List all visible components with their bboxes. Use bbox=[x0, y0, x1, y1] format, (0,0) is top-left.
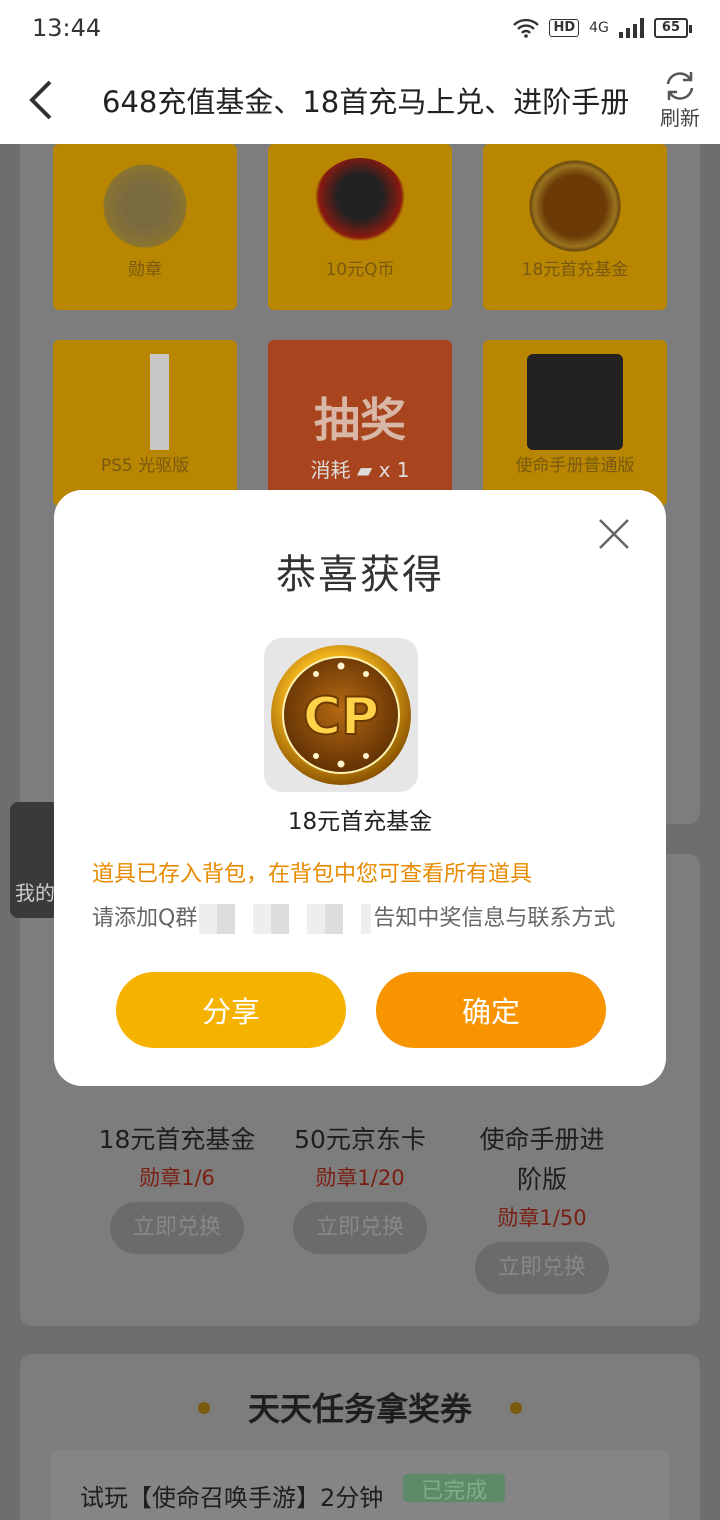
exchange-item: 50元京东卡 勋章1/20 立即兑换 bbox=[270, 1120, 450, 1254]
share-button[interactable]: 分享 bbox=[116, 972, 346, 1048]
prize-qcoin[interactable]: 10元Q币 bbox=[268, 144, 452, 310]
ps5-console-icon bbox=[97, 354, 193, 450]
chevron-left-icon bbox=[29, 80, 52, 120]
svg-text:CP: CP bbox=[303, 687, 379, 747]
exchange-item-name: 18元首充基金 bbox=[98, 1125, 256, 1154]
task-label: 试玩【使命召唤手游】2分钟 bbox=[80, 1484, 384, 1512]
exchange-item-cost: 勋章1/20 bbox=[315, 1166, 405, 1190]
hd-badge: HD bbox=[549, 19, 580, 37]
refresh-icon bbox=[666, 71, 694, 100]
exchange-item-cost: 勋章1/50 bbox=[497, 1206, 587, 1230]
prize-label: 18元首充基金 bbox=[521, 260, 629, 280]
redacted-group-number bbox=[199, 904, 372, 934]
task-row: 试玩【使命召唤手游】2分钟 已完成 bbox=[50, 1450, 670, 1520]
prize-label: 勋章 bbox=[128, 260, 162, 280]
contact-text: 请添加Q群 告知中奖信息与联系方式 bbox=[92, 900, 615, 934]
lottery-label: 抽奖 bbox=[314, 393, 406, 447]
status-time: 13:44 bbox=[32, 14, 102, 42]
decor-dot-icon bbox=[510, 1402, 522, 1414]
prize-label: 使命手册普通版 bbox=[515, 456, 635, 476]
reward-dialog: 恭喜获得 CP 18元首充基金 道具已存入背包，在背包中您可查看所有道具 请添加… bbox=[54, 490, 666, 1086]
exchange-button[interactable]: 立即兑换 bbox=[110, 1202, 244, 1254]
page-title: 648充值基金、18首充马上兑、进阶手册 bbox=[102, 85, 630, 119]
status-icons: HD 4G 65 bbox=[513, 18, 693, 38]
confirm-button[interactable]: 确定 bbox=[376, 972, 606, 1048]
refresh-button[interactable]: 刷新 bbox=[640, 56, 720, 144]
exchange-button[interactable]: 立即兑换 bbox=[475, 1242, 609, 1294]
ticket-icon: ▰ bbox=[356, 458, 373, 482]
status-bar: 13:44 HD 4G 65 bbox=[0, 0, 720, 56]
exchange-item-cost: 勋章1/6 bbox=[139, 1166, 215, 1190]
task-title: 天天任务拿奖券 bbox=[247, 1390, 472, 1428]
exchange-item-name: 使命手册进阶版 bbox=[479, 1125, 605, 1194]
top-nav: 648充值基金、18首充马上兑、进阶手册 刷新 bbox=[0, 56, 720, 144]
wifi-icon bbox=[513, 18, 540, 38]
gun-icon bbox=[527, 354, 623, 450]
refresh-label: 刷新 bbox=[660, 105, 700, 130]
prize-label: PS5 光驱版 bbox=[100, 456, 190, 476]
back-button[interactable] bbox=[0, 56, 80, 144]
cp-coin-icon bbox=[527, 158, 623, 254]
battery-icon: 65 bbox=[653, 18, 693, 38]
network-type: 4G bbox=[589, 20, 609, 36]
task-card: 天天任务拿奖券 试玩【使命召唤手游】2分钟 已完成 bbox=[20, 1354, 700, 1520]
lottery-cost-count: x 1 bbox=[378, 458, 410, 482]
medal-icon bbox=[97, 158, 193, 254]
prize-battle-pass[interactable]: 使命手册普通版 bbox=[483, 340, 667, 506]
prize-medal[interactable]: 勋章 bbox=[53, 144, 237, 310]
lottery-cost-label: 消耗 bbox=[310, 458, 351, 482]
side-tab-mine[interactable]: 我的 bbox=[10, 802, 60, 918]
contact-prefix: 请添加Q群 bbox=[92, 906, 198, 931]
lottery-cost: 消耗 ▰ x 1 bbox=[268, 454, 452, 483]
exchange-item-name: 50元京东卡 bbox=[294, 1125, 426, 1154]
exchange-item: 18元首充基金 勋章1/6 立即兑换 bbox=[87, 1120, 267, 1254]
exchange-item: 使命手册进阶版 勋章1/50 立即兑换 bbox=[452, 1120, 632, 1294]
qq-penguin-icon bbox=[312, 158, 408, 254]
prize-image: CP bbox=[264, 638, 418, 792]
prize-name: 18元首充基金 bbox=[287, 809, 433, 835]
dialog-title: 恭喜获得 bbox=[276, 552, 444, 598]
side-tab-label: 我的 bbox=[15, 881, 55, 905]
cp-coin-icon: CP bbox=[271, 645, 411, 785]
signal-icon bbox=[618, 18, 644, 38]
notice-text: 道具已存入背包，在背包中您可查看所有道具 bbox=[92, 862, 533, 887]
contact-suffix: 告知中奖信息与联系方式 bbox=[373, 906, 616, 931]
task-status-badge[interactable]: 已完成 bbox=[403, 1474, 506, 1504]
prize-ps5[interactable]: PS5 光驱版 bbox=[53, 340, 237, 506]
prize-label: 10元Q币 bbox=[325, 260, 395, 280]
lottery-button[interactable]: 抽奖 消耗 ▰ x 1 bbox=[268, 340, 452, 506]
exchange-button[interactable]: 立即兑换 bbox=[293, 1202, 427, 1254]
prize-cp-fund[interactable]: 18元首充基金 bbox=[483, 144, 667, 310]
